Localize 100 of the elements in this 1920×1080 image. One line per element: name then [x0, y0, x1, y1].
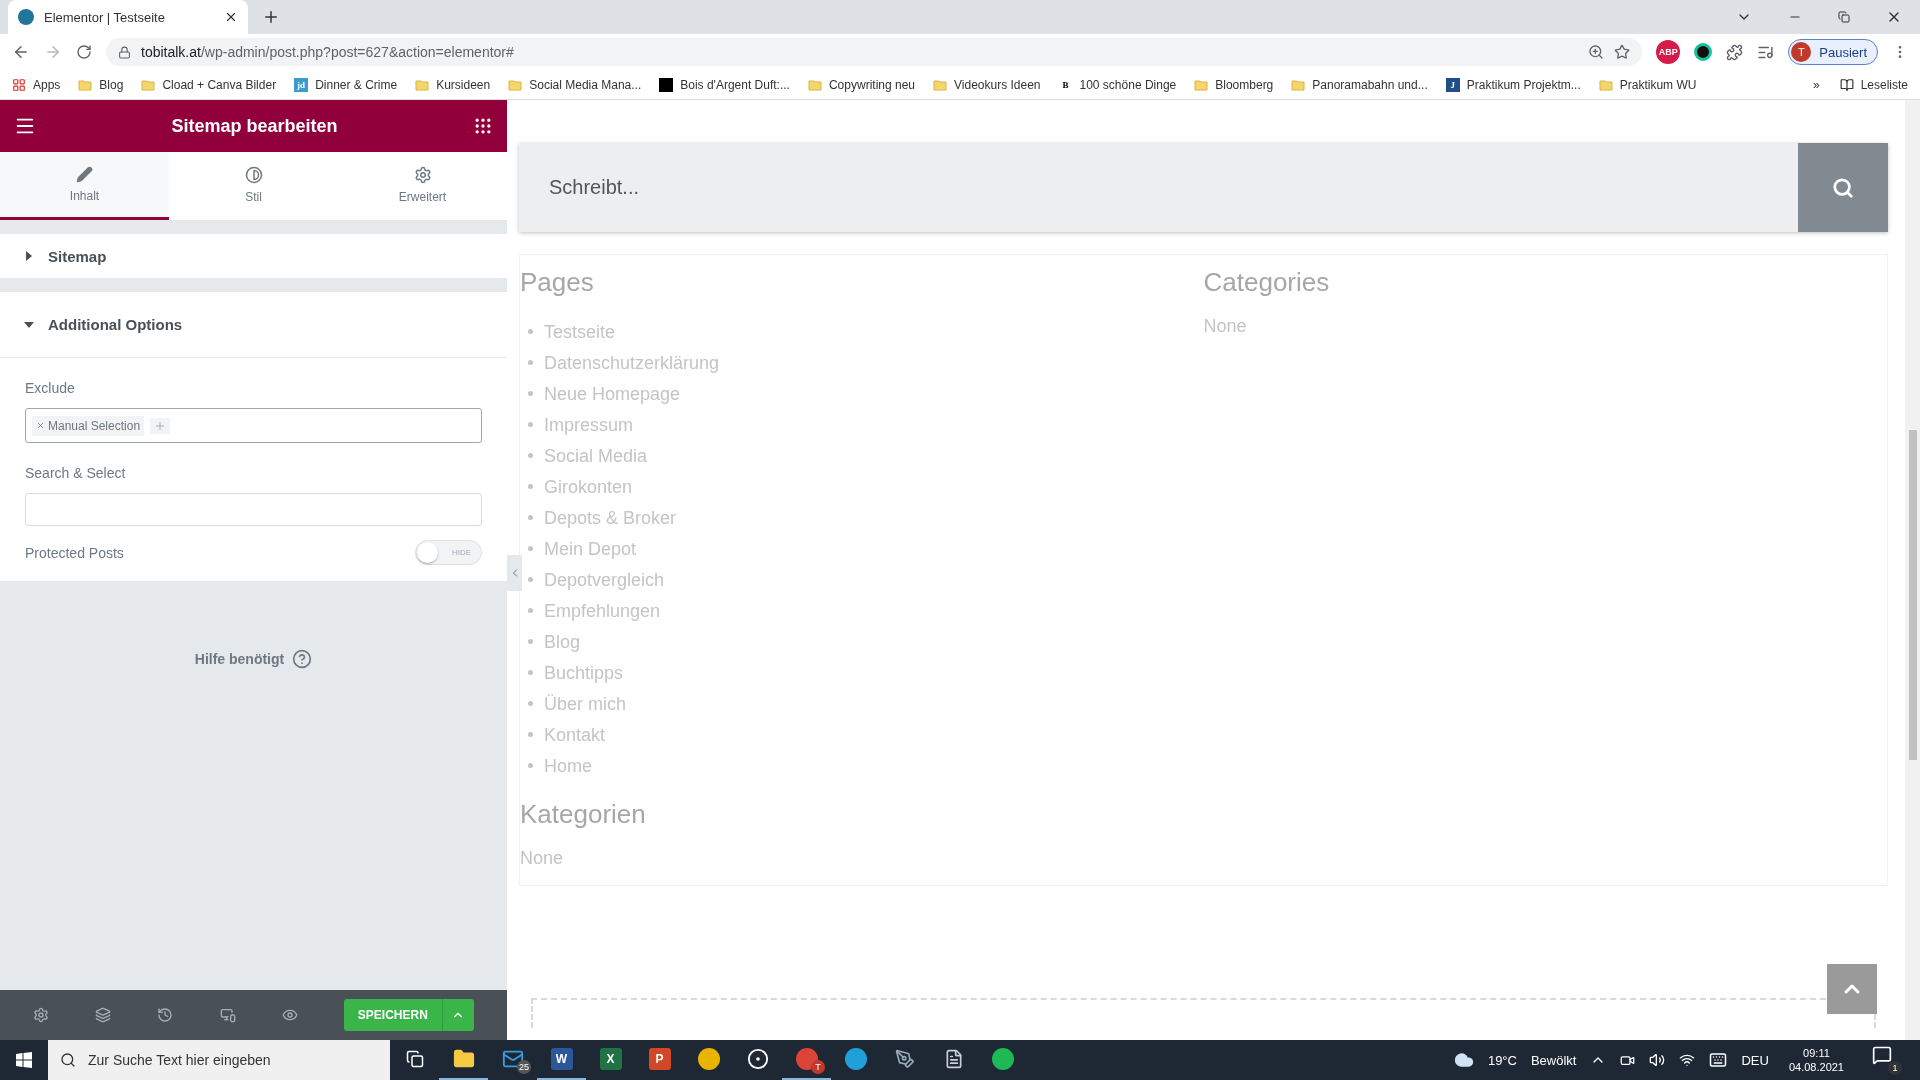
close-icon[interactable] — [224, 10, 238, 24]
browser-tab[interactable]: Elementor | Testseite — [8, 0, 248, 34]
bookmark[interactable]: J Praktikum Projektm... — [1445, 77, 1581, 92]
widgets-grid-icon[interactable] — [473, 116, 493, 136]
folder-icon — [78, 77, 93, 92]
empty-text: None — [1203, 316, 1247, 336]
adblock-extension[interactable]: ABP — [1656, 40, 1681, 64]
settings-icon[interactable] — [33, 1007, 50, 1023]
url-text: tobitalk.at/wp-admin/post.php?post=627&action=elementor# — [141, 44, 514, 60]
apps-grid-icon — [12, 77, 26, 92]
bookmark[interactable]: Apps — [12, 77, 61, 92]
folder-icon — [452, 1048, 475, 1070]
bookmark[interactable]: Praktikum WU — [1598, 77, 1697, 92]
help-link[interactable]: Hilfe benötigt — [194, 649, 313, 669]
search-icon — [1832, 176, 1854, 199]
more-bookmarks[interactable]: » — [1812, 77, 1820, 92]
help-icon — [292, 649, 313, 669]
site-logo-icon — [659, 77, 674, 92]
bookmark[interactable]: Panoramabahn und... — [1291, 77, 1428, 92]
folder-icon — [141, 77, 156, 92]
bookmark-star-icon[interactable] — [1614, 44, 1631, 60]
responsive-icon[interactable] — [219, 1007, 236, 1023]
taskbar-search[interactable]: Zur Suche Text hier eingeben — [48, 1040, 390, 1080]
bookmark[interactable]: Bloomberg — [1194, 77, 1274, 92]
taskbar-app[interactable]: 25 — [488, 1040, 537, 1080]
layers-icon[interactable] — [95, 1007, 112, 1023]
powerpoint-icon: P — [648, 1048, 671, 1070]
bullet-icon — [528, 422, 533, 427]
reload-icon[interactable] — [76, 44, 92, 60]
collapse-handle[interactable] — [507, 555, 522, 591]
search-icon — [60, 1052, 76, 1068]
section-heading: Categories — [1203, 267, 1331, 298]
bookmark[interactable]: jd Dinner & Crime — [294, 77, 398, 92]
network-icon[interactable] — [1679, 1052, 1696, 1068]
excel-icon: X — [599, 1048, 622, 1070]
empty-text: None — [520, 848, 564, 868]
address-bar[interactable]: tobitalk.at/wp-admin/post.php?post=627&action=elementor# — [106, 38, 1643, 66]
search-field[interactable]: Schreibt... — [519, 143, 1798, 232]
pencil-icon — [76, 166, 93, 183]
bullet-icon — [528, 484, 533, 489]
preview-icon[interactable] — [281, 1007, 298, 1023]
bullet-icon — [528, 360, 533, 365]
bookmark[interactable]: Blog — [78, 77, 124, 92]
caret-icon — [24, 319, 34, 330]
task-view-icon — [405, 1050, 424, 1068]
folder-icon — [1598, 77, 1613, 92]
reading-list[interactable]: Leseliste — [1839, 77, 1908, 92]
input-field[interactable] — [25, 493, 482, 526]
bookmark[interactable]: B 100 schöne Dinge — [1058, 77, 1177, 92]
zoom-icon[interactable] — [1588, 44, 1605, 60]
bullet-icon — [528, 670, 533, 675]
notifications-button[interactable]: 1 — [1872, 1045, 1902, 1075]
folder-icon — [1291, 77, 1306, 92]
remove-icon[interactable] — [36, 421, 45, 430]
extensions-icon[interactable] — [1726, 43, 1744, 61]
section-header[interactable]: Additional Options — [0, 292, 507, 358]
weather-temp: 19°C — [1487, 1052, 1517, 1068]
bullet-icon — [528, 515, 533, 520]
folder-icon — [807, 77, 822, 92]
bullet-icon — [528, 329, 533, 334]
bullet-icon — [528, 577, 533, 582]
bookmark[interactable]: Copywriting neu — [807, 77, 915, 92]
taskbar-app[interactable]: X — [586, 1040, 635, 1080]
bookmark[interactable]: Videokurs Ideen — [933, 77, 1041, 92]
restore-icon[interactable] — [1838, 11, 1850, 23]
new-tab-icon[interactable] — [262, 8, 280, 26]
bookmark[interactable]: Social Media Mana... — [508, 77, 642, 92]
folder-icon — [1194, 77, 1209, 92]
bullet-icon — [528, 391, 533, 396]
section-header[interactable]: Sitemap — [0, 234, 507, 278]
bullet-icon — [528, 763, 533, 768]
history-icon[interactable] — [157, 1007, 174, 1023]
panel-tab[interactable]: Inhalt — [0, 152, 169, 220]
volume-icon[interactable] — [1649, 1052, 1666, 1068]
badge: T — [811, 1060, 825, 1074]
profile-button[interactable]: T Pausiert — [1788, 39, 1878, 65]
back-icon[interactable] — [12, 43, 30, 61]
reading-list-icon — [1839, 77, 1854, 92]
bookmark[interactable]: Kursideen — [415, 77, 491, 92]
taskbar-app[interactable]: P — [635, 1040, 684, 1080]
windows-logo-icon[interactable] — [16, 1052, 32, 1068]
tag-field[interactable]: Manual Selection — [25, 408, 482, 443]
extension-icon[interactable] — [1694, 43, 1713, 61]
bullet-icon — [528, 608, 533, 613]
bullet-icon — [528, 546, 533, 551]
bookmark[interactable]: Cload + Canva Bilder — [141, 77, 277, 92]
site-icon: jd — [294, 77, 309, 92]
taskbar-app[interactable]: W — [537, 1040, 586, 1080]
cloud-icon — [1453, 1050, 1474, 1070]
section-heading: Pages — [520, 267, 595, 298]
taskbar-app[interactable]: T — [782, 1040, 831, 1080]
caret-icon — [24, 251, 34, 261]
panel-title: Sitemap bearbeiten — [171, 115, 338, 137]
folder-icon — [415, 77, 430, 92]
folder-icon — [508, 77, 523, 92]
bookmark[interactable]: Bois d'Argent Duft:... — [659, 77, 790, 92]
tag[interactable]: Manual Selection — [32, 415, 145, 436]
clock[interactable]: 09:11 04.08.2021 — [1782, 1047, 1850, 1073]
language-indicator[interactable]: DEU — [1741, 1052, 1769, 1068]
keyboard-icon[interactable] — [1709, 1051, 1728, 1069]
